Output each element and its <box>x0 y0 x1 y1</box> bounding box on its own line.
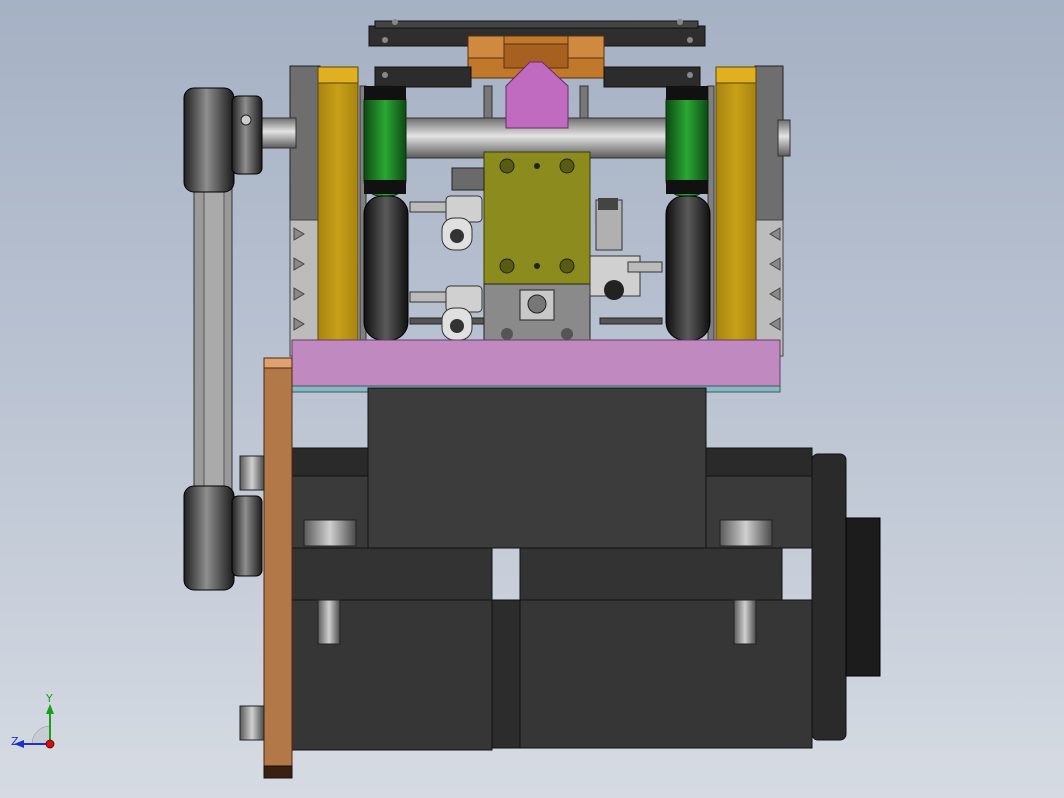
lower-center-block[interactable] <box>483 283 591 343</box>
bracket-left[interactable] <box>317 66 359 359</box>
triad-graphic <box>14 704 55 749</box>
green-wheel-left[interactable] <box>363 85 407 197</box>
triad-z-label: Z <box>11 735 19 748</box>
pneumatic-fitting-upper[interactable] <box>409 195 483 251</box>
dark-wheel-left[interactable] <box>363 195 409 341</box>
side-plate[interactable] <box>263 357 293 779</box>
pneumatic-fitting-right[interactable] <box>589 198 663 300</box>
bracket-right[interactable] <box>715 66 757 359</box>
dark-wheel-right[interactable] <box>665 195 711 341</box>
orientation-triad[interactable]: Y Z <box>10 692 70 758</box>
mechanism-model[interactable] <box>0 0 1064 798</box>
bottom-pulley[interactable] <box>183 485 263 591</box>
pneumatic-fitting-lower[interactable] <box>409 285 483 341</box>
aluminium-profile-right <box>754 219 784 357</box>
cad-viewport[interactable]: Y Z <box>0 0 1064 798</box>
aluminium-profile-left <box>289 219 321 357</box>
sensor-block[interactable] <box>451 167 485 191</box>
triad-y-label: Y <box>46 692 53 705</box>
olive-center-block[interactable] <box>483 151 591 285</box>
top-pulley[interactable] <box>183 87 263 193</box>
gearbox-housing[interactable] <box>367 387 707 549</box>
triad-origin <box>45 739 55 749</box>
base-plate[interactable] <box>291 339 781 393</box>
green-wheel-right[interactable] <box>665 85 709 197</box>
